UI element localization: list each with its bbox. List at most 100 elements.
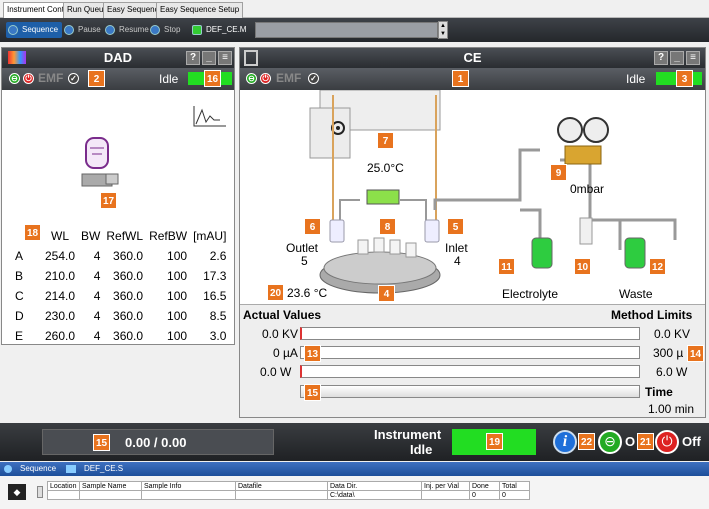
table-header-row: WL BW RefWL RefBW [mAU] <box>12 226 229 246</box>
off-label: Off <box>682 434 701 449</box>
ce-panel: CE ? _ ≡ ⊖ ⏻ EMF ✓ 1 Idle 3 7 25.0°C 8 9… <box>239 47 706 418</box>
instrument-label: Instrument <box>374 427 442 442</box>
dad-off-icon[interactable]: ⏻ <box>23 73 34 84</box>
dad-minimize-button[interactable]: _ <box>202 51 216 65</box>
ce-off-icon[interactable]: ⏻ <box>260 73 271 84</box>
method-label[interactable]: DEF_CE.M <box>190 22 246 38</box>
method-limits-title: Method Limits <box>611 308 693 322</box>
electrolyte-label: Electrolyte <box>502 287 559 301</box>
cassette-badge: 8 <box>379 218 396 235</box>
lamp-badge: 17 <box>100 192 117 209</box>
actual-values-title: Actual Values <box>243 308 322 322</box>
ce-header: CE ? _ ≡ <box>240 48 705 68</box>
ce-menu-button[interactable]: ≡ <box>686 51 700 65</box>
power-badge: 21 <box>637 433 654 450</box>
air-temp-badge: 20 <box>267 284 284 301</box>
method-field[interactable] <box>255 22 438 38</box>
voltage-badge: 13 <box>304 345 321 362</box>
pause-button[interactable]: Pause <box>62 22 101 38</box>
actual-power: 0.0 W <box>260 365 292 379</box>
dad-emf-label: EMF <box>38 71 64 85</box>
waste-vial <box>624 237 646 269</box>
ce-emf-label: EMF <box>276 71 302 85</box>
row-handle-icon <box>37 486 43 498</box>
dad-help-button[interactable]: ? <box>186 51 200 65</box>
waste-label: Waste <box>619 287 653 301</box>
table-row[interactable]: D 230.0 4 360.0 100 8.5 <box>12 306 229 326</box>
inlet-label: Inlet <box>445 241 468 255</box>
actual-voltage: 0.0 KV <box>262 327 299 341</box>
ce-emf-check-icon: ✓ <box>308 73 319 84</box>
header-refbw: RefBW <box>149 229 188 243</box>
dad-header: DAD ? _ ≡ <box>2 48 234 68</box>
header-mau: [mAU] <box>193 229 227 243</box>
table-row[interactable]: E 260.0 4 360.0 100 3.0 <box>12 326 229 346</box>
header-bw: BW <box>81 229 101 243</box>
current-bar <box>300 346 640 359</box>
cassette-battery-icon <box>366 189 400 205</box>
instrument-badge: 19 <box>486 433 503 450</box>
dad-emf-check-icon: ✓ <box>68 73 79 84</box>
dad-on-icon[interactable]: ⊖ <box>9 73 20 84</box>
dad-status-badge: 16 <box>204 70 221 87</box>
sequence-table: Location Sample Name Sample Info Datafil… <box>47 481 530 500</box>
sequence-bar: Sequence DEF_CE.S <box>0 462 709 476</box>
instrument-bar: 15 0.00 / 0.00 Instrument Idle 19 i 22 ⊖… <box>0 423 709 461</box>
gauge-right-icon <box>583 117 609 143</box>
sequence-label: Sequence <box>22 25 59 34</box>
ce-minimize-button[interactable]: _ <box>670 51 684 65</box>
ce-on-icon[interactable]: ⊖ <box>246 73 257 84</box>
method-spinner[interactable]: ▲ ▼ <box>438 21 448 39</box>
limit-voltage: 0.0 KV <box>654 327 691 341</box>
ce-help-button[interactable]: ? <box>654 51 668 65</box>
waste-badge: 12 <box>649 258 666 275</box>
stop-label: Stop <box>164 25 181 34</box>
info-icon[interactable]: i <box>553 430 577 454</box>
pause-icon <box>64 25 74 35</box>
toolbar: Sequence Pause Resume Stop DEF_CE.M ▲ ▼ <box>0 18 709 42</box>
header-refwl: RefWL <box>106 229 144 243</box>
table-row[interactable]: B 210.0 4 360.0 100 17.3 <box>12 266 229 286</box>
tab-easy-sequence-setup[interactable]: Easy Sequence Setup <box>156 2 244 18</box>
run-progress: 0.00 / 0.00 <box>125 435 187 450</box>
stop-button[interactable]: Stop <box>148 22 180 38</box>
tab-strip: Instrument Control Run Queue Easy Sequen… <box>0 0 709 18</box>
dad-emf-badge: 2 <box>88 70 105 87</box>
outlet-badge: 6 <box>304 218 321 235</box>
sequence-file: DEF_CE.S <box>84 464 124 473</box>
middle-vial-badge: 10 <box>574 258 591 275</box>
book-icon <box>192 25 202 35</box>
dad-title: DAD <box>103 50 133 65</box>
cassette-temp-badge: 7 <box>377 132 394 149</box>
on-label: O <box>625 434 636 449</box>
off-button-icon[interactable]: ⏻ <box>655 430 679 454</box>
dad-status-bar: ⊖ ⏻ EMF ✓ 2 Idle 16 <box>2 68 234 90</box>
sequence-icon <box>4 465 12 473</box>
pressure-value: 0mbar <box>570 182 605 196</box>
inlet-number: 4 <box>454 254 461 268</box>
cassette-temp: 25.0°C <box>367 161 404 175</box>
progress-badge: 15 <box>304 384 321 401</box>
ce-status-bar: ⊖ ⏻ EMF ✓ 1 Idle 3 <box>240 68 705 90</box>
resume-button[interactable]: Resume <box>103 22 149 38</box>
ce-emf-badge: 1 <box>452 70 469 87</box>
on-button-icon[interactable]: ⊖ <box>598 430 622 454</box>
dad-menu-button[interactable]: ≡ <box>218 51 232 65</box>
header-wl: WL <box>51 229 70 243</box>
outlet-label: Outlet <box>286 241 319 255</box>
middle-vial <box>579 217 593 245</box>
table-row[interactable]: C 214.0 4 360.0 100 16.5 <box>12 286 229 306</box>
outlet-number: 5 <box>301 254 308 268</box>
limit-power: 6.0 W <box>656 365 688 379</box>
signal-icon[interactable] <box>192 104 228 128</box>
electrolyte-badge: 11 <box>498 258 515 275</box>
sequence-tool-icon[interactable]: ◆ <box>8 484 26 500</box>
sequence-button[interactable]: Sequence <box>6 22 63 38</box>
progress-box: 15 0.00 / 0.00 <box>42 429 274 455</box>
dad-panel: DAD ? _ ≡ ⊖ ⏻ EMF ✓ 2 Idle 16 17 18 WL BW… <box>1 47 235 345</box>
table-badge: 18 <box>24 224 41 241</box>
table-row[interactable]: C:\data\ 0 0 <box>47 490 530 500</box>
ce-logo-icon <box>244 50 258 66</box>
limit-current: 300 µ <box>653 346 684 360</box>
table-row[interactable]: A 254.0 4 360.0 100 2.6 <box>12 246 229 266</box>
